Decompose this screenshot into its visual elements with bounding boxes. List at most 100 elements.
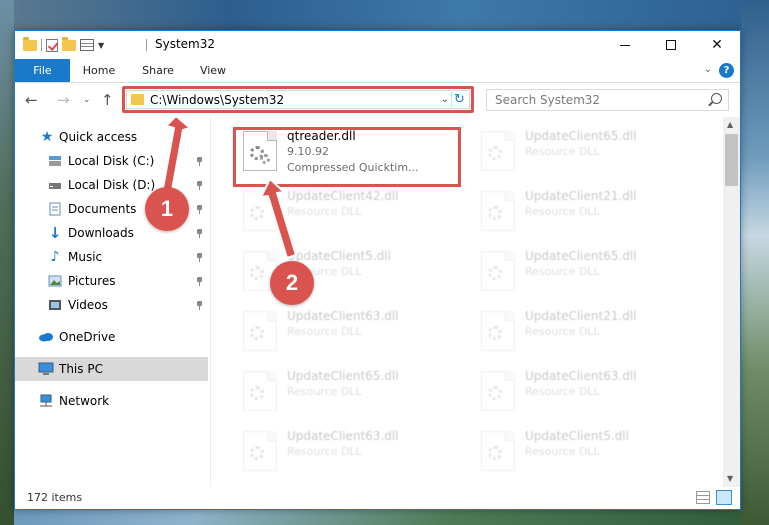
vertical-scrollbar[interactable]: ▲ ▼ <box>723 117 740 487</box>
drive-icon <box>47 177 63 193</box>
file-type: Resource DLL <box>525 445 600 458</box>
gear-icon <box>250 446 264 460</box>
back-arrow-icon[interactable]: ← <box>25 91 38 109</box>
scroll-down-icon[interactable]: ▼ <box>727 474 733 483</box>
sidebar-item-pictures[interactable]: Pictures <box>15 269 208 293</box>
file-type: Resource DLL <box>287 205 362 218</box>
file-item[interactable]: UpdateClient42.dll Resource DLL <box>235 183 465 241</box>
sidebar-item-quick-access[interactable]: ★ Quick access <box>15 125 208 149</box>
large-icons-view-icon[interactable] <box>716 490 732 505</box>
sidebar-item-label: This PC <box>59 362 103 376</box>
new-folder-icon[interactable] <box>62 36 76 51</box>
file-name: UpdateClient21.dll <box>525 189 637 203</box>
sidebar-item-music[interactable]: ♪ Music <box>15 245 208 269</box>
file-item[interactable]: UpdateClient63.dll Resource DLL <box>473 363 703 421</box>
scroll-up-icon[interactable]: ▲ <box>727 120 733 129</box>
file-item[interactable]: UpdateClient65.dll Resource DLL <box>473 123 703 181</box>
minimize-button[interactable] <box>602 31 648 59</box>
divider <box>146 39 147 51</box>
file-explorer-window: ▼ System32 ✕ File Home Share View ⌄ ? ← … <box>14 30 741 510</box>
scrollbar-thumb[interactable] <box>725 134 738 186</box>
folder-icon <box>131 94 144 105</box>
sidebar-item-this-pc[interactable]: This PC <box>15 357 208 381</box>
forward-arrow-icon[interactable]: → <box>57 91 70 109</box>
close-button[interactable]: ✕ <box>694 31 740 59</box>
pin-icon[interactable] <box>196 157 203 166</box>
file-item[interactable]: UpdateClient5.dll Resource DLL <box>235 243 465 301</box>
address-path[interactable]: C:\Windows\System32 <box>150 93 284 107</box>
gear-icon <box>250 386 264 400</box>
search-box[interactable] <box>486 89 729 111</box>
tab-view[interactable]: View <box>193 59 233 82</box>
file-type: Resource DLL <box>525 325 600 338</box>
file-item[interactable]: UpdateClient21.dll Resource DLL <box>473 303 703 361</box>
dll-file-icon <box>243 431 277 471</box>
pin-icon[interactable] <box>196 205 203 214</box>
sidebar-item-onedrive[interactable]: OneDrive <box>15 325 208 349</box>
sidebar-item-label: Local Disk (C:) <box>68 154 155 168</box>
sidebar-item-label: OneDrive <box>59 330 116 344</box>
recent-locations-icon[interactable]: ⌄ <box>83 95 91 105</box>
title-bar: ▼ System32 ✕ <box>15 31 740 59</box>
file-name: UpdateClient42.dll <box>287 189 399 203</box>
properties-check-icon[interactable] <box>46 38 58 52</box>
downloads-icon: ↓ <box>48 224 62 242</box>
file-item[interactable]: UpdateClient5.dll Resource DLL <box>473 423 703 481</box>
tab-share[interactable]: Share <box>136 59 180 82</box>
music-icon: ♪ <box>50 249 60 265</box>
pin-icon[interactable] <box>196 229 203 238</box>
chevron-down-icon[interactable]: ⌄ <box>441 94 449 105</box>
folder-icon <box>23 36 37 51</box>
sidebar-item-network[interactable]: Network <box>15 389 208 413</box>
desktop-wallpaper-top <box>0 0 769 30</box>
divider <box>41 39 42 51</box>
sidebar-item-videos[interactable]: Videos <box>15 293 208 317</box>
pin-icon[interactable] <box>196 277 203 286</box>
pin-icon[interactable] <box>196 301 203 310</box>
gear-icon <box>488 326 502 340</box>
up-arrow-icon[interactable]: ↑ <box>101 91 114 109</box>
pictures-icon <box>47 273 63 289</box>
gear-icon <box>250 206 264 220</box>
file-item[interactable]: UpdateClient65.dll Resource DLL <box>473 243 703 301</box>
dll-file-icon <box>481 431 515 471</box>
sidebar-item-label: Downloads <box>68 226 134 240</box>
sidebar-item-label: Music <box>68 250 103 264</box>
customize-icon[interactable] <box>80 39 94 51</box>
pin-icon[interactable] <box>196 253 203 262</box>
star-icon: ★ <box>40 129 54 145</box>
address-bar[interactable]: C:\Windows\System32 ⌄ ↻ <box>126 90 470 109</box>
search-icon[interactable] <box>711 93 722 104</box>
computer-icon <box>38 361 54 377</box>
file-name: UpdateClient65.dll <box>525 129 637 143</box>
gear-icon <box>488 206 502 220</box>
gear-icon <box>488 446 502 460</box>
maximize-button[interactable] <box>648 31 694 59</box>
refresh-icon[interactable]: ↻ <box>451 92 467 108</box>
file-item[interactable]: UpdateClient65.dll Resource DLL <box>235 363 465 421</box>
chevron-down-icon[interactable]: ⌄ <box>704 64 712 75</box>
dll-file-icon <box>481 191 515 231</box>
pin-icon[interactable] <box>196 181 203 190</box>
tab-home[interactable]: Home <box>77 59 121 82</box>
sidebar-item-label: Pictures <box>68 274 116 288</box>
file-item[interactable]: UpdateClient63.dll Resource DLL <box>235 423 465 481</box>
status-bar: 172 items <box>15 487 740 509</box>
file-name: UpdateClient65.dll <box>287 369 399 383</box>
file-type: Resource DLL <box>287 445 362 458</box>
file-item[interactable]: UpdateClient63.dll Resource DLL <box>235 303 465 361</box>
search-input[interactable] <box>487 90 697 110</box>
sidebar-item-local-disk-c[interactable]: Local Disk (C:) <box>15 149 208 173</box>
details-view-icon[interactable] <box>696 491 710 504</box>
file-item[interactable]: UpdateClient21.dll Resource DLL <box>473 183 703 241</box>
file-type: Resource DLL <box>525 205 600 218</box>
file-type: Resource DLL <box>525 265 600 278</box>
chevron-down-icon[interactable]: ▼ <box>98 41 104 50</box>
ribbon-tabs: File Home Share View ⌄ ? <box>15 59 740 83</box>
help-icon[interactable]: ? <box>719 63 734 78</box>
gear-icon <box>488 266 502 280</box>
tab-file[interactable]: File <box>15 59 70 82</box>
sidebar-item-label: Documents <box>68 202 137 216</box>
file-type: Resource DLL <box>525 385 600 398</box>
step-1-callout: 1 <box>145 187 189 231</box>
